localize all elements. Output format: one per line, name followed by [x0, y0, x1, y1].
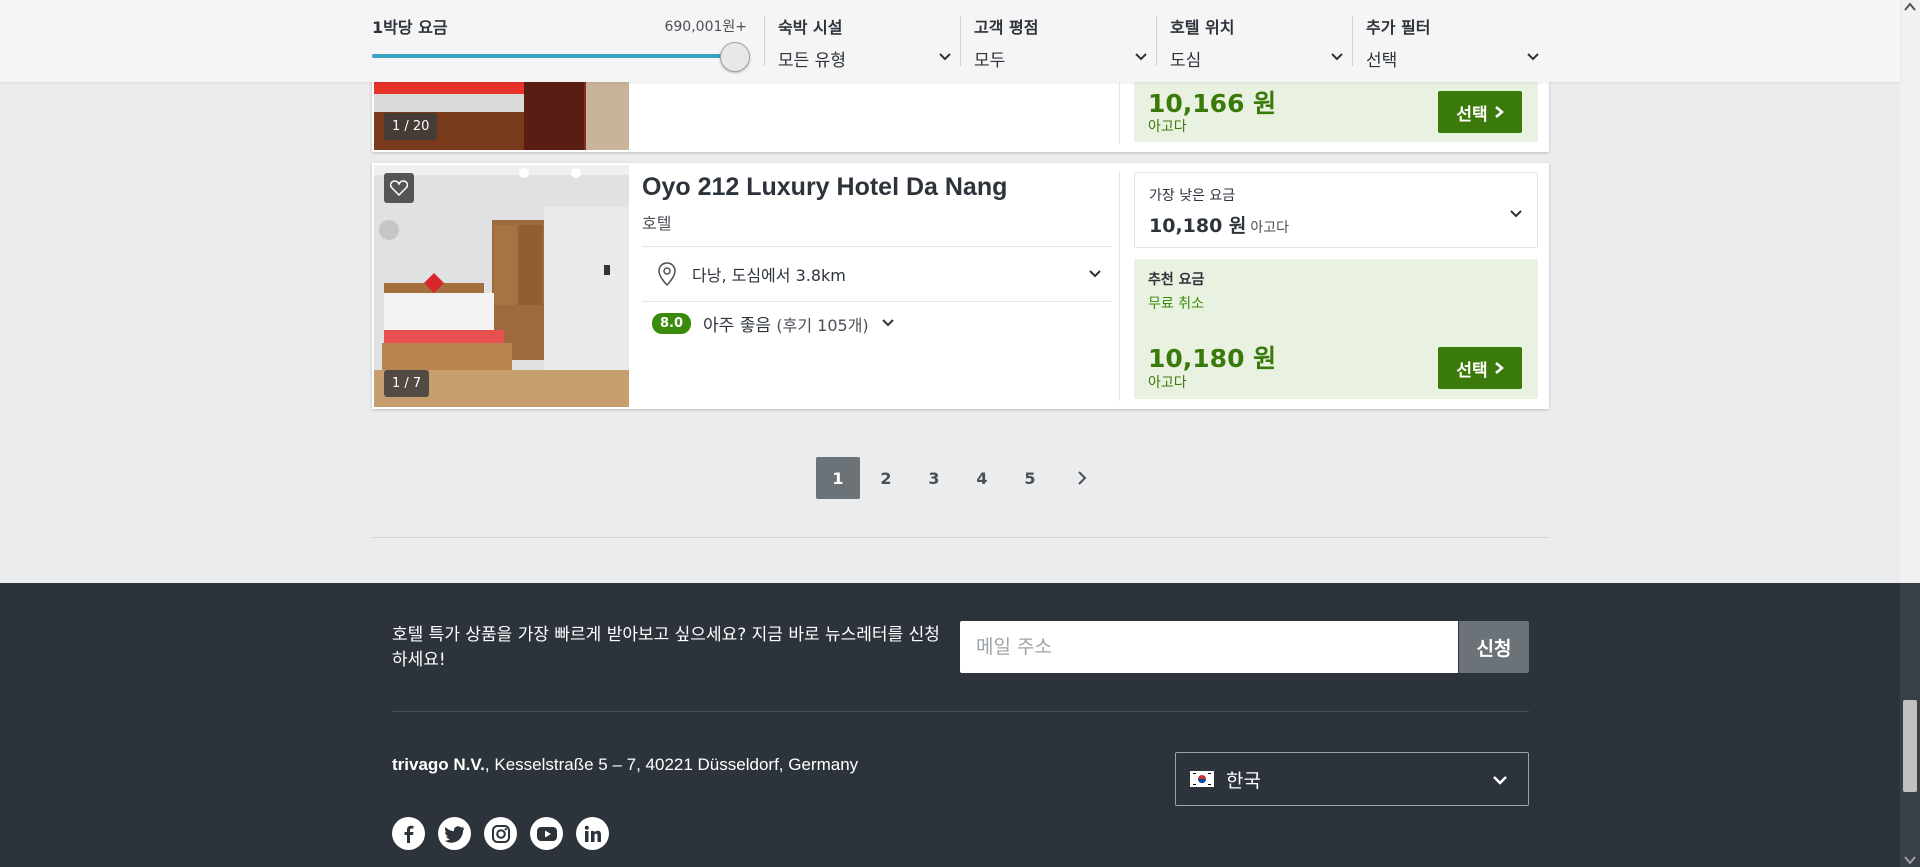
deal-price: 10,166 원: [1148, 89, 1277, 118]
lowest-price-block: 가장 낮은 요금 10,180 원 아고다: [1149, 185, 1289, 238]
card-divider: [1119, 82, 1120, 144]
hotel-info: Oyo 212 Luxury Hotel Da Nang 호텔 다낭, 도심에서…: [642, 163, 1112, 344]
lodging-type-value: 모든 유형: [778, 51, 846, 71]
linkedin-icon[interactable]: [576, 817, 609, 850]
rating-row[interactable]: 8.0 아주 좋음 (후기 105개): [642, 302, 1112, 344]
hotel-photo[interactable]: 1 / 7: [374, 165, 629, 407]
rating-label: 아주 좋음: [703, 315, 771, 336]
newsletter-text: 호텔 특가 상품을 가장 빠르게 받아보고 싶으세요? 지금 바로 뉴스레터를 …: [392, 625, 940, 670]
content-divider: [372, 537, 1549, 538]
lodging-type-label: 숙박 시설: [778, 18, 843, 37]
facebook-icon[interactable]: [392, 817, 425, 850]
guest-rating-value: 모두: [974, 51, 1006, 71]
hotel-photo[interactable]: 1 / 20: [374, 82, 629, 150]
free-cancellation: 무료 취소: [1148, 296, 1204, 312]
more-filters-value: 선택: [1366, 51, 1398, 71]
price-filter-max: 690,001원+: [664, 19, 747, 35]
lowest-price-deal[interactable]: 가장 낮은 요금 10,180 원 아고다: [1134, 172, 1538, 248]
lowest-price-source: 아고다: [1250, 220, 1290, 236]
chevron-down-icon: [1089, 270, 1101, 278]
hotel-location-value: 도심: [1170, 51, 1202, 71]
hotel-name[interactable]: Oyo 212 Luxury Hotel Da Nang: [642, 173, 1112, 202]
recommended-deal: 10,166 원 아고다 선택: [1134, 82, 1538, 142]
guest-rating-label: 고객 평점: [974, 18, 1039, 37]
page-button-2[interactable]: 2: [864, 457, 908, 499]
instagram-icon[interactable]: [484, 817, 517, 850]
recommended-label: 추천 요금: [1148, 272, 1205, 288]
page-button-3[interactable]: 3: [912, 457, 956, 499]
company-address: trivago N.V., Kesselstraße 5 – 7, 40221 …: [392, 755, 858, 775]
review-count: (후기 105개): [776, 315, 869, 335]
page-button-4[interactable]: 4: [960, 457, 1004, 499]
chevron-down-icon: [939, 53, 951, 61]
lowest-price-value: 10,180 원 아고다: [1149, 211, 1289, 238]
rating-text: 아주 좋음 (후기 105개): [703, 311, 869, 336]
subscribe-button[interactable]: 신청: [1459, 621, 1529, 673]
scroll-up-arrow-icon[interactable]: [1904, 2, 1916, 12]
filter-divider: [1156, 16, 1157, 66]
footer-divider: [392, 711, 1529, 712]
select-button-label: 선택: [1456, 104, 1488, 125]
chevron-right-icon: [1494, 106, 1504, 118]
language-label: 한국: [1226, 769, 1261, 792]
price-slider-track[interactable]: [372, 54, 738, 58]
chevron-down-icon: [1510, 210, 1522, 218]
photo-counter: 1 / 7: [384, 370, 430, 397]
scroll-down-arrow-icon[interactable]: [1904, 855, 1916, 865]
footer: 호텔 특가 상품을 가장 빠르게 받아보고 싶으세요? 지금 바로 뉴스레터를 …: [0, 583, 1900, 867]
deal-source: 아고다: [1148, 119, 1187, 135]
lodging-type-dropdown[interactable]: 숙박 시설 모든 유형: [778, 14, 958, 71]
filter-divider: [960, 16, 961, 66]
select-button[interactable]: 선택: [1438, 347, 1522, 389]
lowest-price-label: 가장 낮은 요금: [1149, 188, 1236, 204]
card-divider: [1119, 171, 1120, 401]
social-links: [392, 817, 609, 850]
filter-divider: [764, 16, 765, 66]
language-selector[interactable]: 한국: [1175, 752, 1529, 806]
rating-badge: 8.0: [652, 312, 692, 334]
page-button-5[interactable]: 5: [1008, 457, 1052, 499]
company-name: trivago N.V.: [392, 755, 485, 774]
favorite-button[interactable]: [384, 173, 414, 203]
filter-divider: [1352, 16, 1353, 66]
twitter-icon[interactable]: [438, 817, 471, 850]
location-row[interactable]: 다낭, 도심에서 3.8km: [642, 247, 1112, 301]
youtube-icon[interactable]: [530, 817, 563, 850]
more-filters-label: 추가 필터: [1366, 18, 1431, 37]
korea-flag-icon: [1190, 771, 1214, 787]
chevron-down-icon: [881, 319, 894, 327]
filter-bar: 1박당 요금 690,001원+ 숙박 시설 모든 유형 고객 평점 모두 호텔…: [0, 0, 1900, 82]
chevron-right-icon: [1494, 362, 1504, 374]
page-scrollbar[interactable]: [1900, 0, 1920, 867]
select-button-label: 선택: [1456, 360, 1488, 381]
location-text: 다낭, 도심에서 3.8km: [692, 266, 846, 285]
lowest-price-amount: 10,180 원: [1149, 215, 1247, 237]
recommended-deal: 추천 요금 무료 취소 10,180 원 아고다 선택: [1134, 259, 1538, 399]
price-slider-handle[interactable]: [720, 42, 750, 72]
company-address-text: , Kesselstraße 5 – 7, 40221 Düsseldorf, …: [484, 755, 859, 774]
select-button[interactable]: 선택: [1438, 91, 1522, 133]
recommended-price: 10,180 원: [1148, 344, 1277, 373]
next-page-button[interactable]: [1060, 457, 1104, 499]
hotel-type: 호텔: [642, 214, 672, 233]
photo-counter: 1 / 20: [384, 113, 438, 140]
more-filters-dropdown[interactable]: 추가 필터 선택: [1366, 14, 1546, 71]
scrollbar-thumb[interactable]: [1903, 700, 1917, 792]
price-filter: 1박당 요금 690,001원+: [372, 14, 752, 72]
hotel-location-dropdown[interactable]: 호텔 위치 도심: [1170, 14, 1350, 71]
chevron-down-icon: [1331, 53, 1343, 61]
pagination: 1 2 3 4 5: [816, 457, 1108, 499]
page-button-1[interactable]: 1: [816, 457, 860, 499]
recommended-source: 아고다: [1148, 375, 1187, 391]
guest-rating-dropdown[interactable]: 고객 평점 모두: [974, 14, 1154, 71]
hotel-location-label: 호텔 위치: [1170, 18, 1235, 37]
chevron-right-icon: [1078, 471, 1087, 485]
chevron-down-icon: [1493, 776, 1507, 785]
map-pin-icon: [658, 262, 676, 286]
hotel-card: 1 / 7 Oyo 212 Luxury Hotel Da Nang 호텔 다낭…: [372, 163, 1549, 409]
email-input[interactable]: [960, 621, 1458, 673]
chevron-down-icon: [1527, 53, 1539, 61]
chevron-down-icon: [1135, 53, 1147, 61]
heart-icon: [390, 180, 408, 196]
